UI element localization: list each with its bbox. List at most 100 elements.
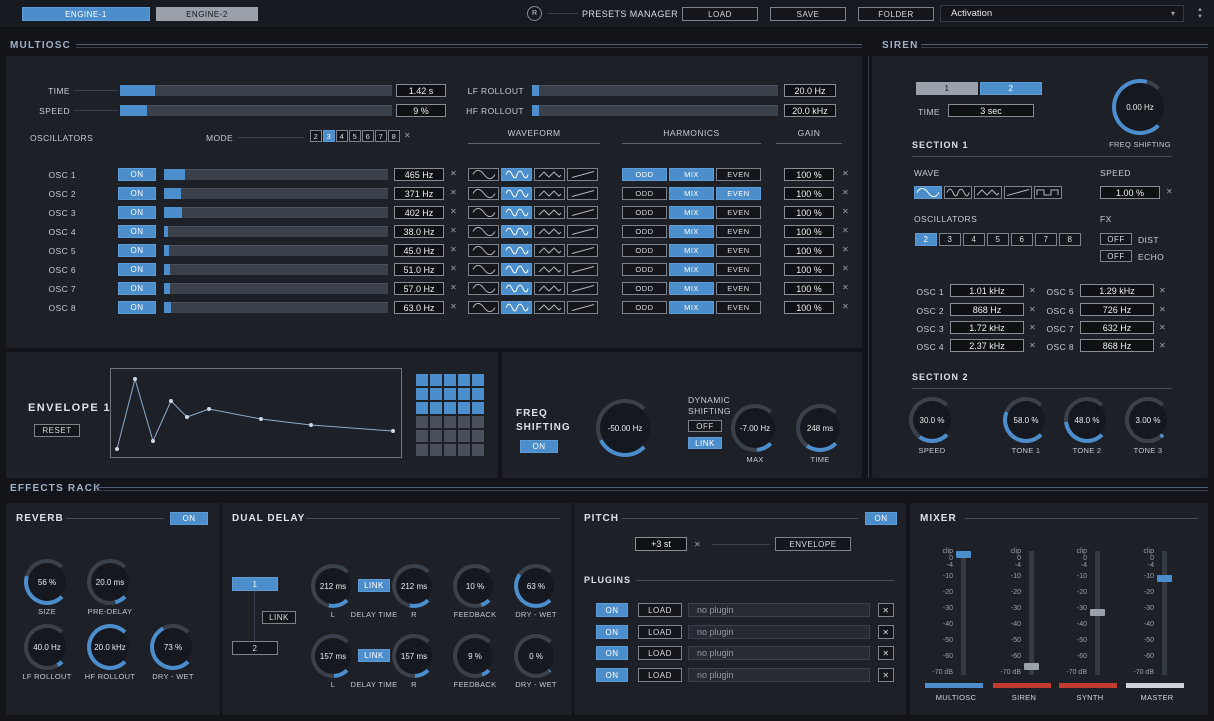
waveform-ramp-button[interactable] bbox=[567, 301, 598, 314]
osc-frequency-value[interactable]: 402 Hz bbox=[394, 206, 444, 219]
waveform-sine-button[interactable] bbox=[468, 282, 499, 295]
preset-select[interactable]: Activation ▾ bbox=[940, 5, 1184, 22]
fader-track[interactable] bbox=[1162, 551, 1167, 675]
siren-osc-value[interactable]: 726 Hz bbox=[1080, 303, 1154, 316]
dynamic-max-knob[interactable]: -7.00 Hz bbox=[731, 404, 779, 452]
osc-frequency-slider[interactable] bbox=[164, 169, 388, 180]
siren-wave-sine2-button[interactable] bbox=[944, 186, 972, 199]
siren-tab-2[interactable]: 2 bbox=[980, 82, 1042, 95]
echo-off-button[interactable]: OFF bbox=[1100, 250, 1132, 262]
fader-handle[interactable] bbox=[956, 551, 971, 558]
osc-gain-value[interactable]: 100 % bbox=[784, 187, 834, 200]
siren-time-value[interactable]: 3 sec bbox=[948, 104, 1034, 117]
reset-button[interactable]: RESET bbox=[34, 424, 80, 437]
osc-gain-value[interactable]: 100 % bbox=[784, 225, 834, 238]
harmonics-odd-button[interactable]: ODD bbox=[622, 168, 667, 181]
close-icon[interactable]: ✕ bbox=[450, 302, 457, 312]
harmonics-odd-button[interactable]: ODD bbox=[622, 301, 667, 314]
dynamic-time-knob[interactable]: 248 ms bbox=[796, 404, 844, 452]
siren-osc-value[interactable]: 868 Hz bbox=[1080, 339, 1154, 352]
harmonics-even-button[interactable]: EVEN bbox=[716, 168, 761, 181]
osc-frequency-slider[interactable] bbox=[164, 207, 388, 218]
delay-line-1-button[interactable]: 1 bbox=[232, 577, 278, 591]
envelope-graph[interactable] bbox=[110, 368, 402, 458]
harmonics-even-button[interactable]: EVEN bbox=[716, 206, 761, 219]
waveform-triangle-button[interactable] bbox=[534, 206, 565, 219]
siren-wave-square-button[interactable] bbox=[1034, 186, 1062, 199]
siren-osc-value[interactable]: 632 Hz bbox=[1080, 321, 1154, 334]
delay-line-2-button[interactable]: 2 bbox=[232, 641, 278, 655]
osc-frequency-slider[interactable] bbox=[164, 226, 388, 237]
delay1-drywet-knob[interactable]: 63 % bbox=[514, 564, 558, 608]
waveform-sine2-button[interactable] bbox=[501, 263, 532, 276]
waveform-sine-button[interactable] bbox=[468, 206, 499, 219]
harmonics-mix-button[interactable]: MIX bbox=[669, 244, 714, 257]
waveform-sine-button[interactable] bbox=[468, 301, 499, 314]
close-icon[interactable]: ✕ bbox=[1159, 341, 1166, 351]
osc-on-button[interactable]: ON bbox=[118, 206, 156, 219]
dynamic-link-button[interactable]: LINK bbox=[688, 437, 722, 449]
osc-on-button[interactable]: ON bbox=[118, 225, 156, 238]
time-value[interactable]: 1.42 s bbox=[396, 84, 446, 97]
waveform-sine-button[interactable] bbox=[468, 225, 499, 238]
reverb-predelay-knob[interactable]: 20.0 ms bbox=[87, 559, 133, 605]
waveform-triangle-button[interactable] bbox=[534, 187, 565, 200]
speed-value[interactable]: 9 % bbox=[396, 104, 446, 117]
plugin-on-button[interactable]: ON bbox=[596, 646, 628, 660]
siren-osc-option-5[interactable]: 5 bbox=[987, 233, 1009, 246]
harmonics-mix-button[interactable]: MIX bbox=[669, 263, 714, 276]
osc-on-button[interactable]: ON bbox=[118, 301, 156, 314]
harmonics-odd-button[interactable]: ODD bbox=[622, 187, 667, 200]
folder-button[interactable]: FOLDER bbox=[858, 7, 934, 21]
siren-wave-ramp-button[interactable] bbox=[1004, 186, 1032, 199]
waveform-sine2-button[interactable] bbox=[501, 244, 532, 257]
waveform-ramp-button[interactable] bbox=[567, 168, 598, 181]
close-icon[interactable]: ✕ bbox=[842, 226, 849, 236]
harmonics-mix-button[interactable]: MIX bbox=[669, 168, 714, 181]
spinner-down-icon[interactable]: ▼ bbox=[1197, 14, 1203, 21]
close-icon[interactable]: ✕ bbox=[1166, 187, 1173, 197]
harmonics-mix-button[interactable]: MIX bbox=[669, 225, 714, 238]
freq-shifting-on-button[interactable]: ON bbox=[520, 440, 558, 453]
close-icon[interactable]: ✕ bbox=[1029, 305, 1036, 315]
mode-option-3[interactable]: 3 bbox=[323, 130, 335, 142]
close-icon[interactable]: ✕ bbox=[450, 283, 457, 293]
siren-tone3-knob[interactable]: 3.00 % bbox=[1125, 397, 1171, 443]
waveform-ramp-button[interactable] bbox=[567, 244, 598, 257]
fader-track[interactable] bbox=[961, 551, 966, 675]
osc-frequency-value[interactable]: 371 Hz bbox=[394, 187, 444, 200]
close-icon[interactable]: ✕ bbox=[450, 245, 457, 255]
fader-handle[interactable] bbox=[1024, 663, 1039, 670]
mode-option-7[interactable]: 7 bbox=[375, 130, 387, 142]
close-icon[interactable]: ✕ bbox=[842, 264, 849, 274]
waveform-sine2-button[interactable] bbox=[501, 168, 532, 181]
osc-frequency-slider[interactable] bbox=[164, 245, 388, 256]
waveform-sine-button[interactable] bbox=[468, 263, 499, 276]
waveform-triangle-button[interactable] bbox=[534, 263, 565, 276]
osc-gain-value[interactable]: 100 % bbox=[784, 206, 834, 219]
osc-gain-value[interactable]: 100 % bbox=[784, 263, 834, 276]
close-icon[interactable]: ✕ bbox=[450, 264, 457, 274]
plugin-name-field[interactable]: no plugin bbox=[688, 603, 870, 617]
waveform-sine2-button[interactable] bbox=[501, 225, 532, 238]
close-icon[interactable]: ✕ bbox=[842, 169, 849, 179]
siren-osc-option-7[interactable]: 7 bbox=[1035, 233, 1057, 246]
plugin-name-field[interactable]: no plugin bbox=[688, 668, 870, 682]
waveform-sine-button[interactable] bbox=[468, 168, 499, 181]
close-icon[interactable]: ✕ bbox=[1029, 286, 1036, 296]
fader-handle[interactable] bbox=[1157, 575, 1172, 582]
siren-osc-option-3[interactable]: 3 bbox=[939, 233, 961, 246]
waveform-ramp-button[interactable] bbox=[567, 187, 598, 200]
close-icon[interactable]: ✕ bbox=[450, 226, 457, 236]
waveform-triangle-button[interactable] bbox=[534, 225, 565, 238]
mode-option-8[interactable]: 8 bbox=[388, 130, 400, 142]
siren-osc-option-4[interactable]: 4 bbox=[963, 233, 985, 246]
harmonics-odd-button[interactable]: ODD bbox=[622, 282, 667, 295]
plugin-on-button[interactable]: ON bbox=[596, 603, 628, 617]
freq-shift-amount-knob[interactable]: -50.00 Hz bbox=[596, 399, 654, 457]
siren-osc-value[interactable]: 1.72 kHz bbox=[950, 321, 1024, 334]
close-icon[interactable]: ✕ bbox=[1159, 323, 1166, 333]
hf-rollout-slider[interactable] bbox=[532, 105, 778, 116]
osc-frequency-value[interactable]: 45.0 Hz bbox=[394, 244, 444, 257]
reverb-size-knob[interactable]: 56 % bbox=[24, 559, 70, 605]
